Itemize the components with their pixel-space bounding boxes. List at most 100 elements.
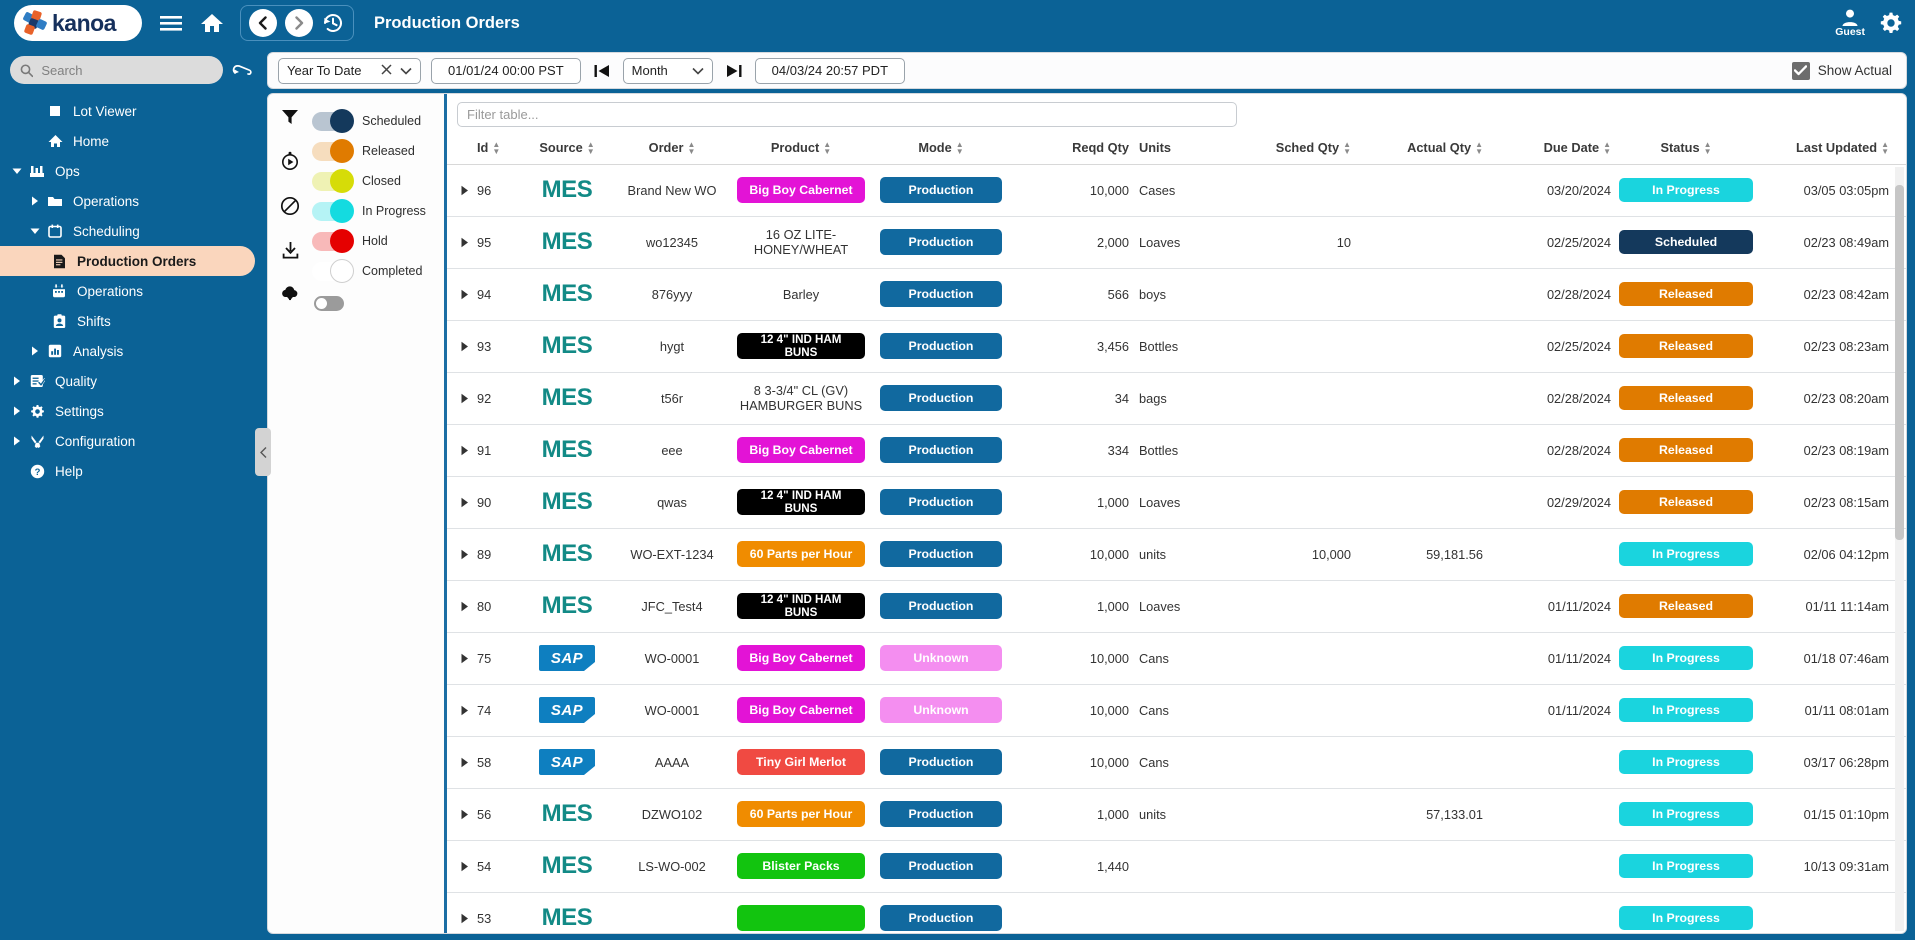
- legend-toggle[interactable]: [312, 259, 354, 284]
- close-icon[interactable]: [381, 63, 392, 78]
- product-chip[interactable]: Big Boy Cabernet: [737, 645, 865, 672]
- product-chip[interactable]: 12 4" IND HAM BUNS: [737, 489, 865, 516]
- product-chip[interactable]: [737, 905, 865, 932]
- table-row[interactable]: 56 MES DZWO102 60 Parts per Hour Production 1…: [447, 788, 1906, 841]
- row-expander-icon[interactable]: [451, 809, 477, 820]
- status-badge[interactable]: In Progress: [1619, 802, 1753, 827]
- status-badge[interactable]: Released: [1619, 438, 1753, 463]
- row-expander-icon[interactable]: [451, 185, 477, 196]
- row-expander-icon[interactable]: [451, 445, 477, 456]
- table-row[interactable]: 95 MES wo12345 16 OZ LITE-HONEY/WHEAT Produc…: [447, 216, 1906, 269]
- search-input[interactable]: [41, 62, 213, 78]
- sort-icon[interactable]: ▲ ▼: [1475, 140, 1483, 155]
- status-badge[interactable]: Released: [1619, 282, 1753, 307]
- refresh-loop-icon[interactable]: [231, 61, 253, 79]
- th-last-updated[interactable]: Last Updated ▲ ▼: [1761, 140, 1893, 155]
- table-row[interactable]: 75 SAP WO-0001 Big Boy Cabernet Unknown 10,00…: [447, 632, 1906, 685]
- filter-table-input[interactable]: [457, 102, 1237, 128]
- user-menu[interactable]: Guest: [1835, 8, 1865, 38]
- mode-chip[interactable]: Unknown: [880, 697, 1002, 724]
- product-chip[interactable]: 60 Parts per Hour: [737, 541, 865, 568]
- row-expander-icon[interactable]: [451, 861, 477, 872]
- cloud-download-icon[interactable]: [280, 285, 300, 308]
- status-badge[interactable]: Released: [1619, 386, 1753, 411]
- sidebar-collapse-handle[interactable]: [255, 428, 271, 476]
- sort-icon[interactable]: ▲ ▼: [1343, 140, 1351, 155]
- mode-chip[interactable]: Production: [880, 749, 1002, 776]
- status-badge[interactable]: In Progress: [1619, 750, 1753, 775]
- status-badge[interactable]: In Progress: [1619, 542, 1753, 567]
- legend-item[interactable]: In Progress: [312, 196, 444, 226]
- sidebar-item-analysis[interactable]: Analysis: [0, 336, 263, 366]
- legend-toggle[interactable]: [312, 109, 354, 134]
- status-badge[interactable]: Released: [1619, 334, 1753, 359]
- mode-chip[interactable]: Production: [880, 177, 1002, 204]
- kanoa-logo[interactable]: kanoa: [14, 5, 142, 41]
- legend-toggle[interactable]: [312, 229, 354, 254]
- sidebar-item-shifts[interactable]: Shifts: [0, 306, 263, 336]
- table-row[interactable]: 92 MES t56r 8 3-3/4" CL (GV) HAMBURGER BUNS…: [447, 372, 1906, 425]
- product-chip[interactable]: Blister Packs: [737, 853, 865, 880]
- table-row[interactable]: 94 MES 876yyy Barley Production 566 boys 02/28/…: [447, 268, 1906, 321]
- sidebar-item-production-orders[interactable]: Production Orders: [0, 246, 255, 276]
- sidebar-item-lot-viewer[interactable]: Lot Viewer: [0, 96, 263, 126]
- end-date-field[interactable]: 04/03/24 20:57 PDT: [754, 57, 906, 84]
- history-replay-icon[interactable]: [280, 151, 300, 176]
- mode-chip[interactable]: Production: [880, 541, 1002, 568]
- sidebar-item-operations[interactable]: Operations: [0, 186, 263, 216]
- legend-toggle[interactable]: [312, 139, 354, 164]
- hamburger-menu-icon[interactable]: [158, 13, 184, 33]
- legend-toggle[interactable]: [312, 199, 354, 224]
- product-chip[interactable]: Big Boy Cabernet: [737, 177, 865, 204]
- sidebar-item-scheduling[interactable]: Scheduling: [0, 216, 263, 246]
- mode-chip[interactable]: Production: [880, 489, 1002, 516]
- chevron-down-icon[interactable]: [26, 227, 44, 235]
- chevron-down-icon[interactable]: [692, 63, 704, 78]
- expand-all-toggle[interactable]: [314, 296, 344, 312]
- chevron-down-icon[interactable]: [400, 63, 412, 78]
- sidebar-item-settings[interactable]: Settings: [0, 396, 263, 426]
- th-sched-qty[interactable]: Sched Qty ▲ ▼: [1221, 140, 1351, 155]
- previous-period-button[interactable]: [591, 62, 613, 80]
- sidebar-item-ops[interactable]: Ops: [0, 156, 263, 186]
- history-clock-icon[interactable]: [321, 11, 345, 35]
- sort-icon[interactable]: ▲ ▼: [492, 140, 500, 155]
- status-badge[interactable]: In Progress: [1619, 178, 1753, 203]
- back-chevron-icon[interactable]: [249, 9, 277, 37]
- forward-chevron-icon[interactable]: [285, 9, 313, 37]
- table-row[interactable]: 93 MES hygt 12 4" IND HAM BUNS Production 3,4…: [447, 320, 1906, 373]
- sort-icon[interactable]: ▲ ▼: [1881, 140, 1889, 155]
- table-row[interactable]: 96 MES Brand New WO Big Boy Cabernet Product…: [447, 164, 1906, 217]
- sort-icon[interactable]: ▲ ▼: [956, 140, 964, 155]
- mode-chip[interactable]: Production: [880, 437, 1002, 464]
- chevron-right-icon[interactable]: [26, 196, 44, 206]
- row-expander-icon[interactable]: [451, 341, 477, 352]
- row-expander-icon[interactable]: [451, 393, 477, 404]
- sort-icon[interactable]: ▲ ▼: [587, 140, 595, 155]
- status-badge[interactable]: In Progress: [1619, 698, 1753, 723]
- chevron-right-icon[interactable]: [8, 436, 26, 446]
- table-row[interactable]: 90 MES qwas 12 4" IND HAM BUNS Production 1,0…: [447, 476, 1906, 529]
- filter-icon[interactable]: [281, 108, 299, 131]
- status-badge[interactable]: In Progress: [1619, 906, 1753, 931]
- chevron-right-icon[interactable]: [26, 346, 44, 356]
- product-chip[interactable]: 60 Parts per Hour: [737, 801, 865, 828]
- show-actual-toggle[interactable]: Show Actual: [1791, 61, 1892, 80]
- status-badge[interactable]: In Progress: [1619, 646, 1753, 671]
- sidebar-item-help[interactable]: ? Help: [0, 456, 263, 486]
- mode-chip[interactable]: Production: [880, 905, 1002, 932]
- home-icon[interactable]: [200, 12, 224, 34]
- sidebar-item-home[interactable]: Home: [0, 126, 263, 156]
- chevron-right-icon[interactable]: [8, 376, 26, 386]
- mode-chip[interactable]: Production: [880, 281, 1002, 308]
- interval-select[interactable]: Month: [622, 57, 713, 84]
- mode-chip[interactable]: Production: [880, 229, 1002, 256]
- table-scrollbar[interactable]: [1895, 166, 1904, 931]
- mode-chip[interactable]: Production: [880, 853, 1002, 880]
- sidebar-item-configuration[interactable]: Configuration: [0, 426, 263, 456]
- legend-item[interactable]: Released: [312, 136, 444, 166]
- date-range-preset-select[interactable]: Year To Date: [278, 57, 421, 84]
- next-period-button[interactable]: [723, 62, 745, 80]
- table-row[interactable]: 54 MES LS-WO-002 Blister Packs Production 1,4…: [447, 840, 1906, 893]
- th-status[interactable]: Status ▲ ▼: [1611, 140, 1761, 155]
